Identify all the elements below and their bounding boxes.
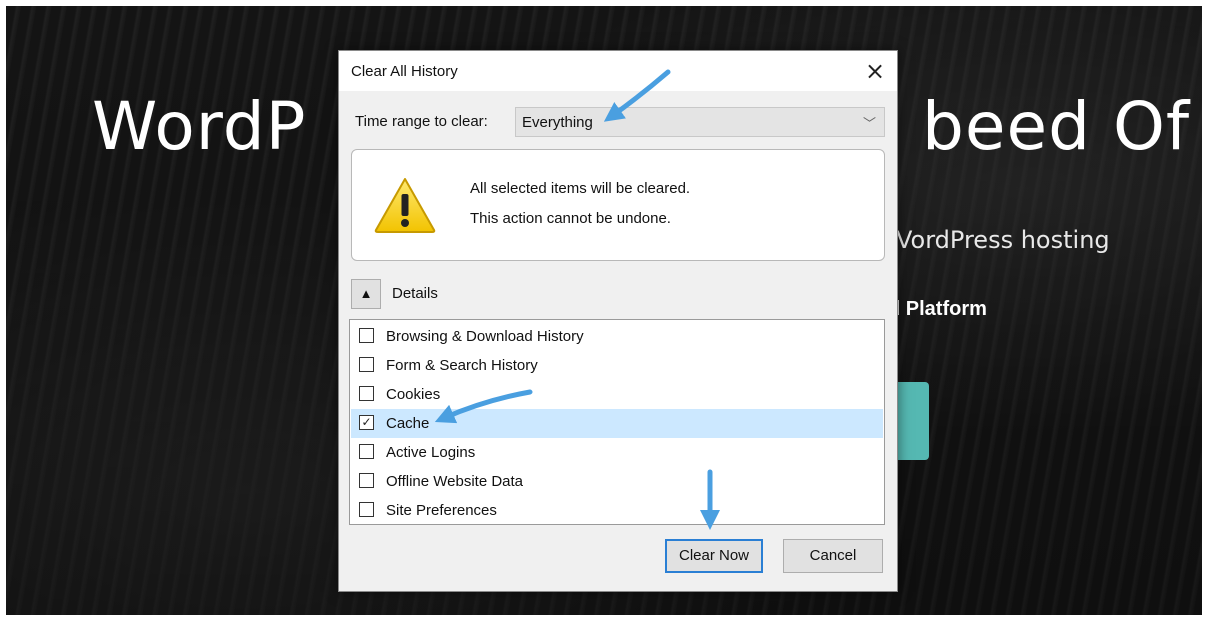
list-item-active-logins[interactable]: Active Logins [351, 438, 883, 467]
checkbox[interactable] [359, 357, 374, 372]
list-item-form-history[interactable]: Form & Search History [351, 351, 883, 380]
cancel-button[interactable]: Cancel [783, 539, 883, 573]
list-item-label: Cookies [386, 386, 441, 403]
time-range-label: Time range to clear: [355, 113, 488, 130]
history-items-list: Browsing & Download History Form & Searc… [349, 319, 885, 525]
warning-icon [374, 178, 436, 233]
dialog-titlebar: Clear All History × [339, 51, 897, 91]
time-range-select[interactable]: Everything ﹀ [515, 107, 885, 137]
warning-line-2: This action cannot be undone. [470, 210, 671, 227]
list-item-label: Cache [386, 415, 430, 432]
time-range-value: Everything [522, 114, 593, 131]
clear-now-button[interactable]: Clear Now [665, 539, 763, 573]
list-item-label: Active Logins [386, 444, 476, 461]
list-item-cache[interactable]: ✓ Cache [351, 409, 883, 438]
chevron-up-icon: ▲ [359, 286, 373, 301]
list-item-label: Site Preferences [386, 502, 497, 519]
details-label: Details [392, 285, 438, 302]
checkbox[interactable] [359, 502, 374, 517]
details-toggle-button[interactable]: ▲ [351, 279, 381, 309]
clear-history-dialog: Clear All History × Time range to clear:… [338, 50, 898, 592]
chevron-down-icon: ﹀ [862, 116, 876, 131]
list-item-offline-data[interactable]: Offline Website Data [351, 467, 883, 496]
warning-line-1: All selected items will be cleared. [470, 180, 691, 197]
list-item-label: Browsing & Download History [386, 328, 584, 345]
hero-title-right: beed Of [922, 88, 1191, 165]
checkbox-checked[interactable]: ✓ [359, 415, 374, 430]
dialog-title: Clear All History [351, 63, 458, 80]
hero-subtitle: VordPress hosting [896, 226, 1110, 254]
checkbox[interactable] [359, 328, 374, 343]
list-item-label: Offline Website Data [386, 473, 524, 490]
hero-platform: d Platform [888, 298, 987, 320]
checkbox[interactable] [359, 473, 374, 488]
list-item-label: Form & Search History [386, 357, 538, 374]
checkbox[interactable] [359, 444, 374, 459]
hero-title-left: WordP [92, 88, 307, 165]
warning-box: All selected items will be cleared. This… [351, 149, 885, 261]
list-item-cookies[interactable]: Cookies [351, 380, 883, 409]
close-icon[interactable]: × [859, 55, 891, 87]
list-item-site-preferences[interactable]: Site Preferences [351, 496, 883, 525]
list-item-browsing-history[interactable]: Browsing & Download History [351, 322, 883, 351]
checkbox[interactable] [359, 386, 374, 401]
